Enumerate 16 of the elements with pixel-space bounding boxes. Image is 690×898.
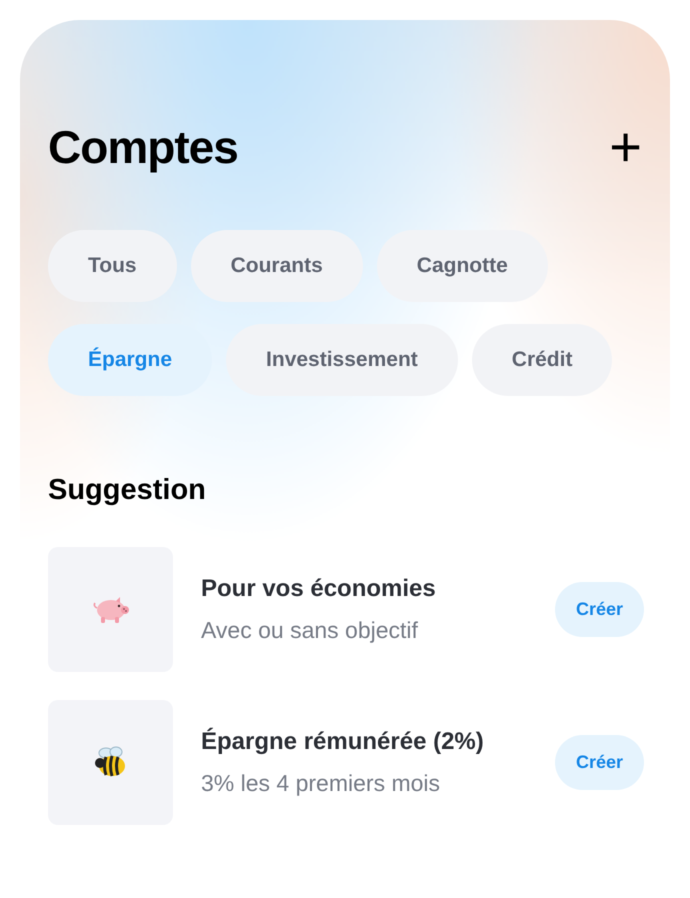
page-title: Comptes — [48, 120, 238, 174]
filter-chip[interactable]: Cagnotte — [376, 230, 548, 302]
filter-chip[interactable]: Crédit — [472, 324, 612, 396]
suggestion-title: Épargne rémunérée (2%) — [201, 728, 485, 756]
suggestion-title: Pour vos économies — [201, 575, 437, 603]
suggestion-subtitle: Avec ou sans objectif — [201, 617, 419, 644]
filter-chip[interactable]: Courants — [190, 230, 363, 302]
suggestion-subtitle: 3% les 4 premiers mois — [201, 770, 442, 797]
create-button[interactable]: Créer — [554, 582, 644, 637]
filter-chip[interactable]: Investissement — [226, 324, 458, 396]
add-button[interactable]: + — [605, 122, 646, 172]
filter-chip[interactable]: Épargne — [48, 324, 212, 396]
pig-icon — [92, 594, 130, 624]
section-heading: Suggestion — [48, 474, 207, 507]
create-button[interactable]: Créer — [554, 735, 644, 790]
filter-chip[interactable]: Tous — [48, 230, 177, 302]
